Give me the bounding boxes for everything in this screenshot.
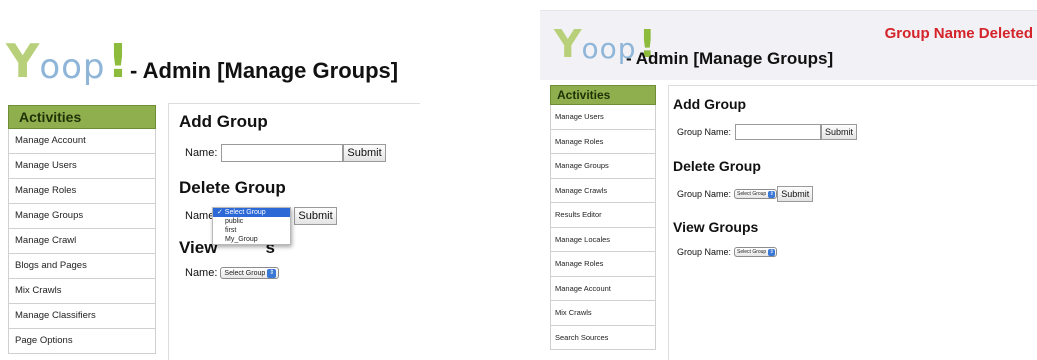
sidebar-item-manage-users[interactable]: Manage Users <box>8 154 156 179</box>
view-groups-row: Group Name: Select Group ⇕ <box>677 247 778 257</box>
delete-group-row: Group Name: Select Group ⇕ Submit <box>677 186 814 202</box>
add-group-name-label: Name: <box>185 147 218 159</box>
add-group-title: Add Group <box>179 112 268 131</box>
add-group-row: Group Name: Submit <box>677 124 858 140</box>
sidebar-item-manage-account[interactable]: Manage Account <box>550 276 656 301</box>
delete-group-select-value: Select Group <box>737 191 767 197</box>
add-group-title: Add Group <box>673 96 747 112</box>
sidebar-item-mix-crawls[interactable]: Mix Crawls <box>8 279 156 304</box>
view-groups-select[interactable]: Select Group ⇕ <box>734 247 778 257</box>
add-group-name-input[interactable] <box>735 124 822 140</box>
sidebar-item-manage-roles-2[interactable]: Manage Roles <box>550 252 656 277</box>
logo-y: Y <box>6 34 40 88</box>
sidebar-item-mix-crawls[interactable]: Mix Crawls <box>550 301 656 326</box>
yioop-logo[interactable]: Y oop ! <box>6 38 128 84</box>
view-groups-select-value: Select Group <box>224 269 266 277</box>
view-groups-name-label: Name: <box>185 267 218 279</box>
main-content: Add Group Group Name: Submit Delete Grou… <box>668 85 1037 360</box>
dropdown-option-my-group[interactable]: My_Group <box>213 235 290 244</box>
sidebar-item-manage-locales[interactable]: Manage Locales <box>550 227 656 252</box>
sidebar-item-results-editor[interactable]: Results Editor <box>550 203 656 228</box>
add-group-name-input[interactable] <box>221 144 344 162</box>
left-screenshot-panel: Y oop ! - Admin [Manage Groups] Activiti… <box>0 0 420 360</box>
delete-group-title: Delete Group <box>179 178 286 197</box>
view-groups-row: Name: Select Group ⇕ <box>185 267 280 279</box>
sidebar-item-search-sources[interactable]: Search Sources <box>550 325 656 350</box>
select-arrow-icon: ⇕ <box>768 190 776 198</box>
sidebar-heading: Activities <box>550 85 656 105</box>
delete-group-submit-button[interactable]: Submit <box>777 186 814 202</box>
delete-group-title: Delete Group <box>673 158 761 174</box>
view-groups-name-label: Group Name: <box>677 247 732 257</box>
logo-bang: ! <box>107 34 129 88</box>
status-message: Group Name Deleted <box>884 25 1033 42</box>
logo-y: Y <box>554 22 582 66</box>
sidebar-item-page-options[interactable]: Page Options <box>8 329 156 354</box>
view-groups-select-value: Select Group <box>737 249 767 255</box>
sidebar-heading: Activities <box>8 105 156 129</box>
dropdown-option-public[interactable]: public <box>213 217 290 226</box>
activities-sidebar: Activities Manage Account Manage Users M… <box>8 105 156 354</box>
dropdown-option-first[interactable]: first <box>213 226 290 235</box>
page-title: - Admin [Manage Groups] <box>626 49 834 68</box>
sidebar-item-manage-account[interactable]: Manage Account <box>8 129 156 154</box>
right-screenshot-panel: Y oop ! - Admin [Manage Groups] Group Na… <box>540 0 1037 360</box>
select-arrow-icon: ⇕ <box>267 268 277 278</box>
page-header: Y oop ! - Admin [Manage Groups] Group Na… <box>540 10 1037 80</box>
select-arrow-icon: ⇕ <box>768 248 776 256</box>
add-group-row: Name: Submit <box>185 144 386 162</box>
sidebar-item-manage-crawls[interactable]: Manage Crawls <box>550 178 656 203</box>
sidebar-item-manage-groups[interactable]: Manage Groups <box>550 154 656 179</box>
view-groups-title: View Groups <box>673 219 759 235</box>
sidebar-item-manage-roles[interactable]: Manage Roles <box>550 129 656 154</box>
sidebar-item-manage-users[interactable]: Manage Users <box>550 105 656 130</box>
add-group-submit-button[interactable]: Submit <box>343 144 386 162</box>
add-group-name-label: Group Name: <box>677 127 732 137</box>
delete-group-select[interactable]: Select Group ⇕ <box>734 189 778 199</box>
sidebar-item-manage-groups[interactable]: Manage Groups <box>8 204 156 229</box>
activities-sidebar: Activities Manage Users Manage Roles Man… <box>550 85 656 350</box>
page-title: - Admin [Manage Groups] <box>130 58 399 83</box>
page-header: Y oop ! - Admin [Manage Groups] <box>0 38 420 98</box>
dropdown-option-select-group[interactable]: ✓ Select Group <box>213 208 290 217</box>
sidebar-item-manage-classifiers[interactable]: Manage Classifiers <box>8 304 156 329</box>
delete-group-submit-button[interactable]: Submit <box>294 207 337 225</box>
sidebar-item-manage-roles[interactable]: Manage Roles <box>8 179 156 204</box>
add-group-submit-button[interactable]: Submit <box>821 124 858 140</box>
logo-oop: oop <box>39 47 106 87</box>
view-groups-select[interactable]: Select Group ⇕ <box>220 267 280 279</box>
sidebar-item-blogs-and-pages[interactable]: Blogs and Pages <box>8 254 156 279</box>
sidebar-item-manage-crawl[interactable]: Manage Crawl <box>8 229 156 254</box>
main-content: Add Group Name: Submit Delete Group Name… <box>168 103 420 360</box>
delete-group-dropdown-menu[interactable]: ✓ Select Group public first My_Group <box>212 207 291 245</box>
delete-group-name-label: Group Name: <box>677 189 732 199</box>
